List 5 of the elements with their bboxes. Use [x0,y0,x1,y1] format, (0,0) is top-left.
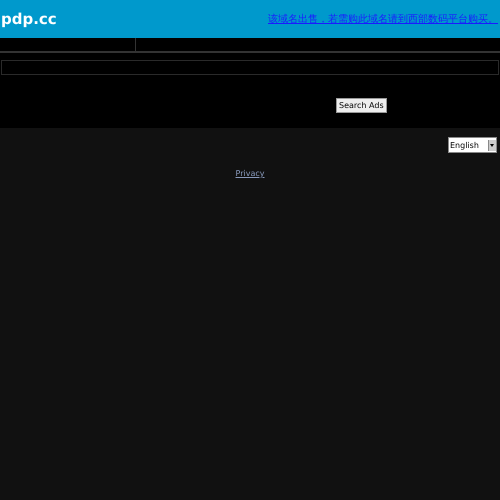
privacy-link[interactable]: Privacy [236,169,264,178]
language-select[interactable]: English [448,137,497,153]
search-button[interactable]: Search Ads [336,98,387,113]
input-field[interactable] [1,60,499,75]
site-logo: pdp.cc [1,10,57,28]
